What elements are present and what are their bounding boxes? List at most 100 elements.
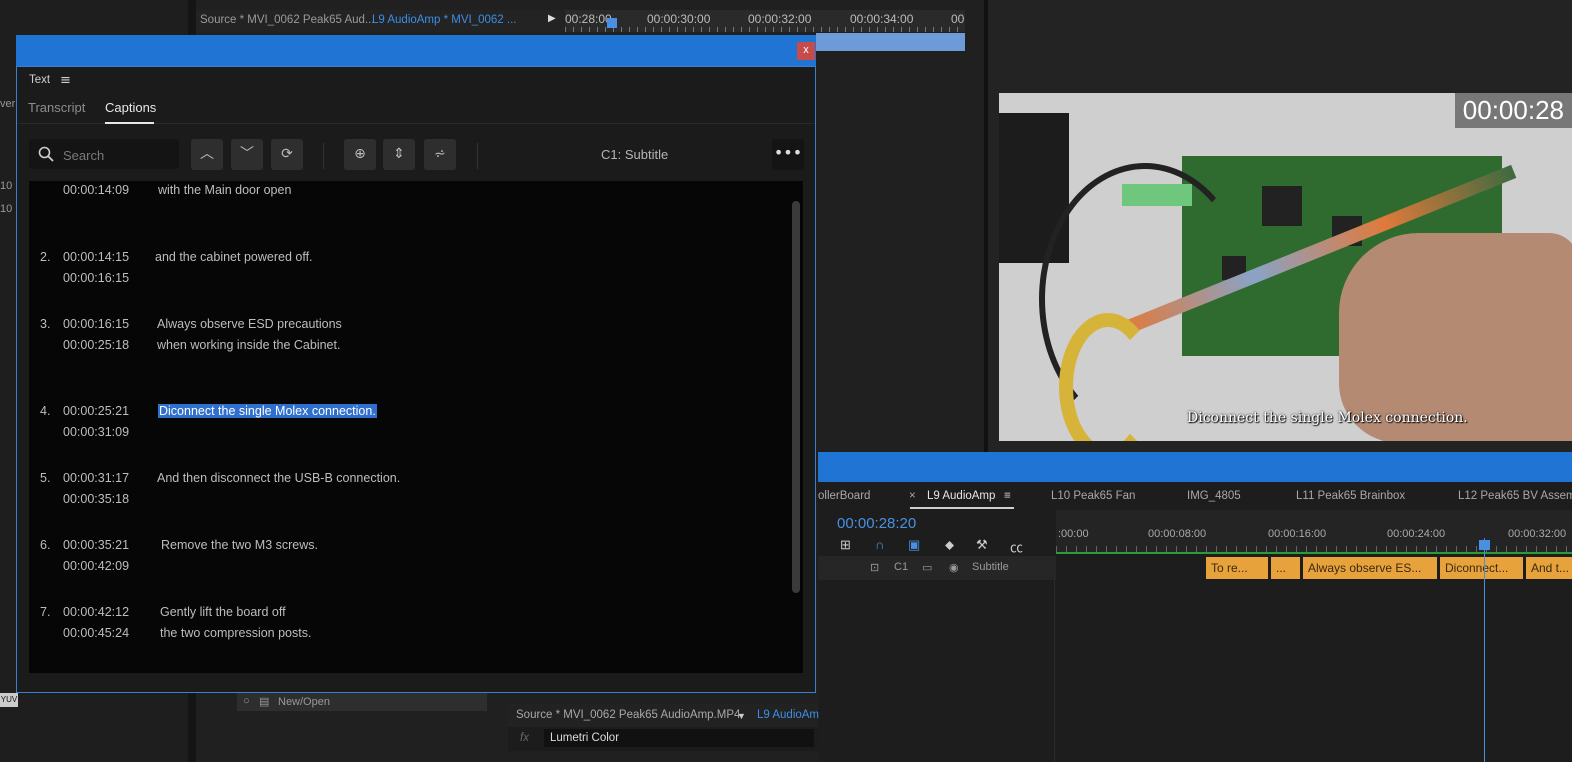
playhead-marker[interactable] [607,18,617,28]
timeline-title-bar[interactable] [818,452,1572,482]
caption-row[interactable]: 5. 00:00:31:17 00:00:35:18 And then disconn… [29,471,769,515]
caption-clip[interactable]: To re... [1206,557,1268,579]
caption-text-line2[interactable]: the two compression posts. [160,626,311,640]
scrollbar[interactable] [792,201,800,593]
yuv-icon[interactable]: YUV [0,693,18,707]
chevron-up-icon[interactable]: ︿ [191,139,223,170]
left-label-fragment: ver [0,98,16,110]
add-marker-icon[interactable]: ⬥ [945,537,954,553]
caption-in-time[interactable]: 00:00:35:21 [63,538,129,552]
split-caption-icon[interactable]: ⇕ [383,139,415,170]
tab-source-clip[interactable]: Source * MVI_0062 Peak65 AudioAmp.MP4 [516,709,740,721]
play-arrow-icon[interactable]: ▶ [548,13,556,24]
caption-out-time[interactable]: 00:00:45:24 [63,626,129,640]
more-options-button[interactable]: ••• [772,139,804,170]
tab-l12-peak65-bv-assem[interactable]: L12 Peak65 BV Assem [1458,490,1572,502]
tab-l9-audioamp[interactable]: L9 AudioAmp [927,490,995,502]
search-box[interactable] [29,139,179,169]
timeline-timecode[interactable]: 00:00:28:20 [837,515,916,532]
caption-out-time[interactable]: 00:00:31:09 [63,425,129,439]
tab-source[interactable]: Source * MVI_0062 Peak65 Aud... [200,14,375,26]
lock-icon[interactable]: ⊡ [870,561,879,574]
track-name: C1 [894,561,909,573]
tab-menu-icon[interactable]: ≡ [1004,490,1011,502]
captions-icon[interactable]: ㏄ [1010,537,1023,556]
caption-row[interactable]: 7. 00:00:42:12 00:00:45:24 Gently lift the … [29,605,769,649]
add-caption-button[interactable]: ⊕ [344,139,376,170]
tab-img-4805[interactable]: IMG_4805 [1187,490,1241,502]
caption-row[interactable]: 4. 00:00:25:21 00:00:31:09 Diconnect the si… [29,404,769,448]
caption-text[interactable]: Remove the two M3 screws. [161,538,318,552]
preview-caption-overlay[interactable]: Diconnect the single Molex connection. [1187,410,1468,426]
ruler-tick-label: 00:00:24:00 [1387,528,1446,540]
ruler-tick-label: 00:00:16:00 [1268,528,1327,540]
caption-number: 3. [40,317,51,331]
caption-row[interactable]: 2. 00:00:14:15 00:00:16:15 and the cabinet … [29,250,769,294]
panel-menu-icon[interactable]: ≡ [60,73,71,88]
chevron-down-icon[interactable]: ﹀ [231,139,263,170]
tab-sequence-clip[interactable]: L9 AudioAm [757,709,819,721]
playhead-line[interactable] [1484,538,1485,762]
caption-out-time[interactable]: 00:00:42:09 [63,559,129,573]
tab-transcript[interactable]: Transcript [28,100,85,115]
caption-clip[interactable]: ... [1271,557,1300,579]
radio-icon[interactable]: ○ [243,695,250,707]
chevron-down-icon[interactable]: ▼ [737,711,746,721]
caption-in-time[interactable]: 00:00:25:21 [63,404,129,418]
toggle-output-icon[interactable]: ▭ [922,561,932,574]
linked-selection-icon[interactable]: ▣ [908,537,920,553]
caption-text[interactable]: and the cabinet powered off. [155,250,313,264]
caption-in-time[interactable]: 00:00:31:17 [63,471,129,485]
program-preview[interactable]: 00:00:28 Diconnect the single Molex conn… [999,93,1572,441]
captions-list[interactable]: 00:00:14:09 with the Main door open 2. 00:0… [29,181,803,673]
new-open-row[interactable]: ○ ▤ New/Open [237,693,487,711]
panel-title: Text [29,74,51,86]
caption-out-time[interactable]: 00:00:16:15 [63,271,129,285]
caption-row[interactable]: 6. 00:00:35:21 00:00:42:09 Remove the two M… [29,538,769,582]
caption-in-time[interactable]: 00:00:16:15 [63,317,129,331]
close-button[interactable]: x [797,42,815,60]
merge-captions-icon[interactable]: ⩫ [424,139,456,170]
tab-l10-peak65-fan[interactable]: L10 Peak65 Fan [1051,490,1135,502]
timeline-ruler[interactable]: :00:00 00:00:08:00 00:00:16:00 00:00:24:… [1056,510,1572,554]
ruler-tick-label: 00:00:34:00 [850,12,914,26]
ruler-tick-label: 00:00:32:00 [748,12,812,26]
effect-row[interactable]: fx Lumetri Color [508,727,818,751]
tab-controllerboard[interactable]: ollerBoard [818,490,870,502]
caption-text[interactable]: Always observe ESD precautions [157,317,342,331]
tab-l11-peak65-brainbox[interactable]: L11 Peak65 Brainbox [1296,490,1405,502]
search-input[interactable] [61,142,177,168]
caption-text[interactable]: Gently lift the board off [160,605,286,619]
caption-out-time[interactable]: 00:00:25:18 [63,338,129,352]
timeline-panel: ollerBoard × L9 AudioAmp ≡ L10 Peak65 Fa… [818,482,1572,762]
ruler-tick-label: 00:00:30:00 [647,12,711,26]
caption-track-label: C1: Subtitle [601,147,669,162]
caption-in-time[interactable]: 00:00:14:09 [63,183,129,197]
window-title-bar[interactable] [16,35,816,66]
track-area-divider [1054,580,1055,762]
insert-sequence-icon[interactable]: ⊞ [840,537,851,553]
close-icon[interactable]: × [909,490,916,502]
effect-name: Lumetri Color [550,732,620,744]
caption-clip[interactable]: Diconnect... [1440,557,1523,579]
wrench-icon[interactable]: ⚒ [976,537,988,553]
caption-text[interactable]: Diconnect the single Molex connection. [158,404,377,418]
snap-magnet-icon[interactable]: ∩ [875,537,884,552]
caption-row[interactable]: 00:00:14:09 with the Main door open [29,183,769,227]
caption-clip[interactable]: Always observe ES... [1303,557,1437,579]
caption-out-time[interactable]: 00:00:35:18 [63,492,129,506]
caption-in-time[interactable]: 00:00:14:15 [63,250,129,264]
tab-captions[interactable]: Captions [105,100,156,115]
tab-sequence[interactable]: L9 AudioAmp * MVI_0062 ... [372,14,516,26]
caption-row[interactable]: 3. 00:00:16:15 00:00:25:18 Always observe E… [29,317,769,361]
caption-text[interactable]: And then disconnect the USB-B connection… [157,471,400,485]
playhead-handle[interactable] [1479,540,1490,550]
source-time-ruler[interactable]: 00:28:00 00:00:30:00 00:00:32:00 00:00:3… [565,10,965,32]
eye-icon[interactable]: ◉ [949,561,959,574]
caption-text-line2[interactable]: when working inside the Cabinet. [157,338,340,352]
refresh-icon[interactable]: ⟳ [271,139,303,170]
caption-in-time[interactable]: 00:00:42:12 [63,605,129,619]
caption-clip[interactable]: And t... [1526,557,1572,579]
left-value-fragment: 10 [0,203,13,215]
caption-text[interactable]: with the Main door open [158,183,291,197]
